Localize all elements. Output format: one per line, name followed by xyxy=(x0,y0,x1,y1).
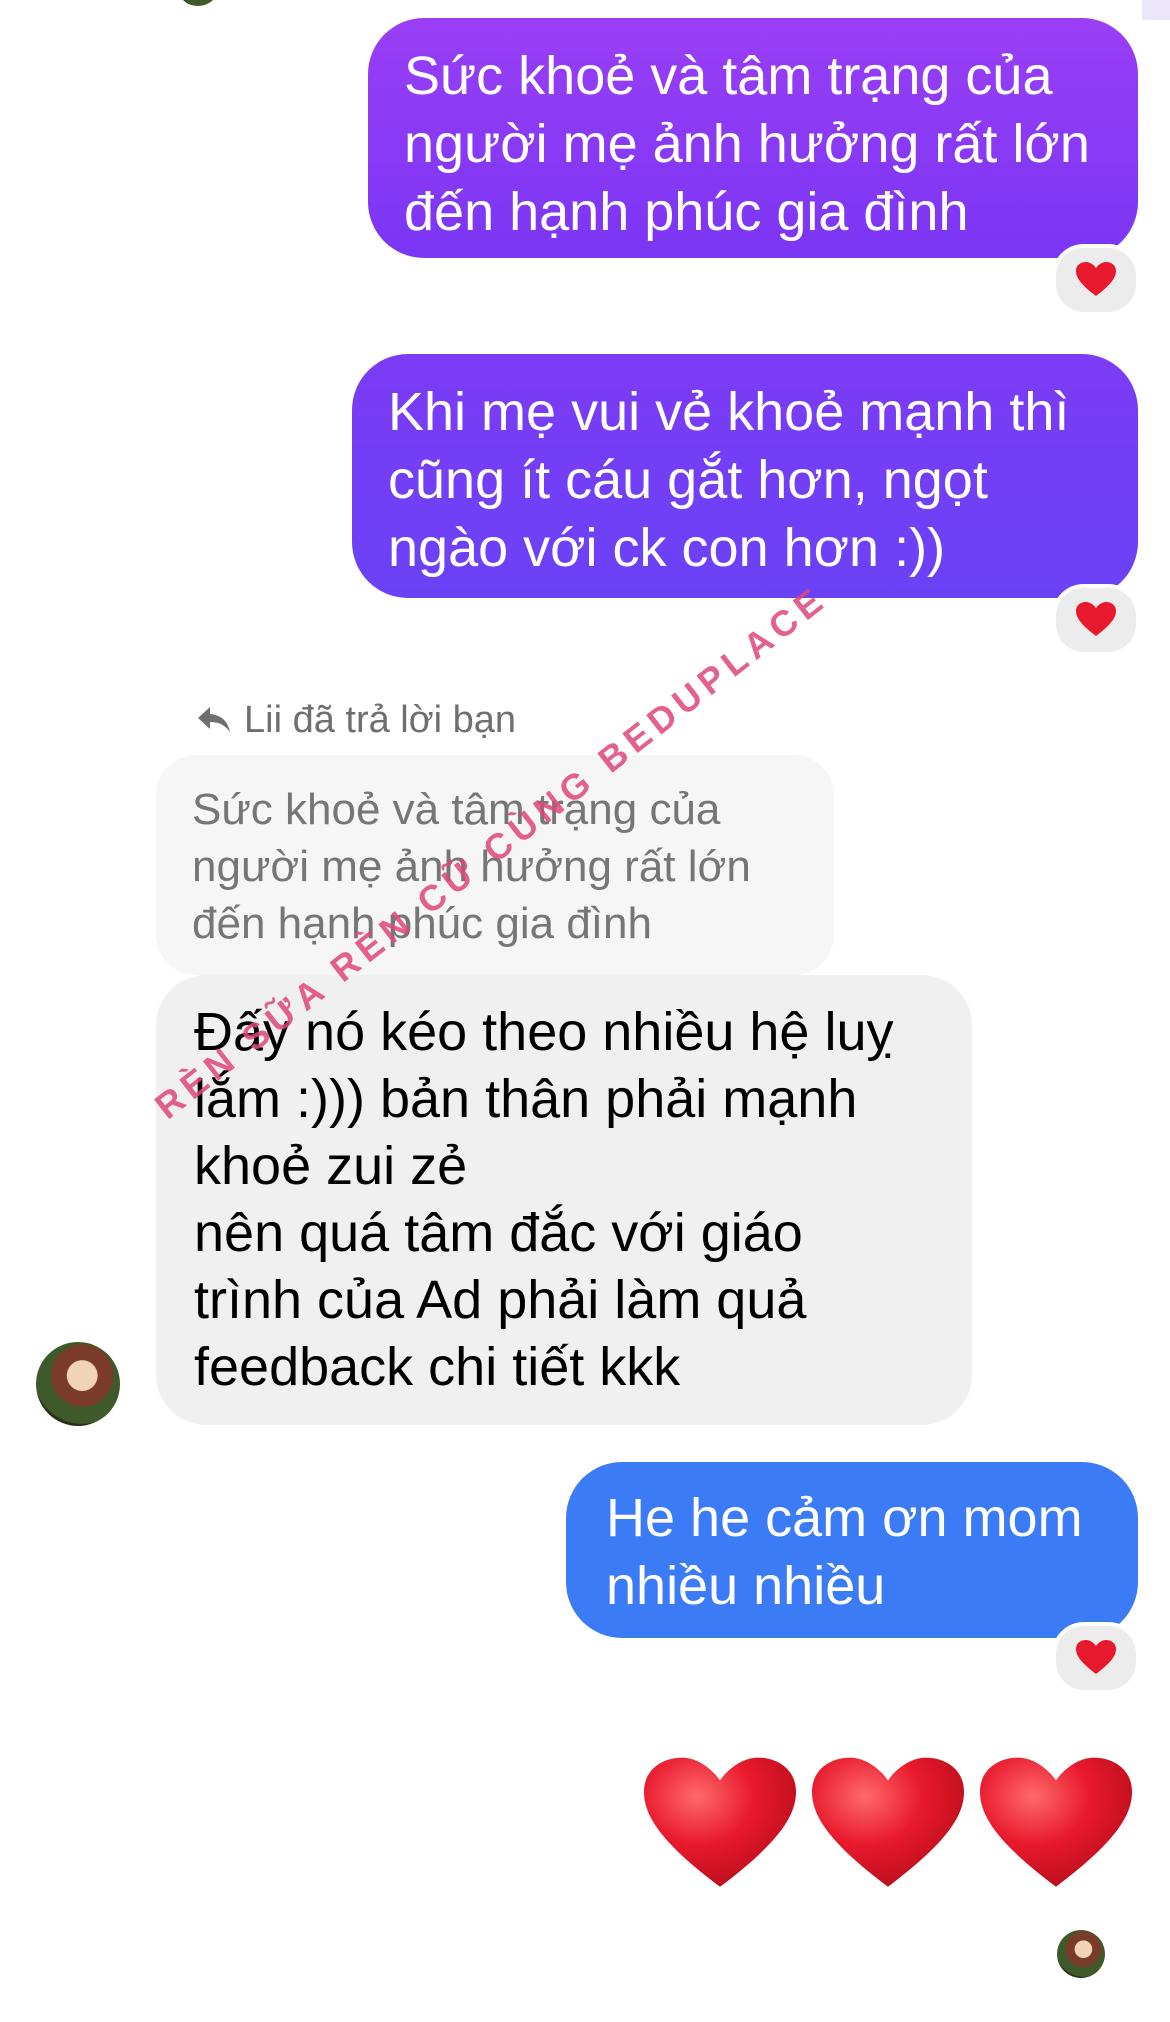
big-heart-icon xyxy=(980,1757,1132,1887)
reply-indicator: Lii đã trả lời bạn xyxy=(196,696,516,744)
reply-label: Lii đã trả lời bạn xyxy=(244,698,517,741)
heart-icon xyxy=(1076,1640,1116,1674)
top-gradient-edge xyxy=(1142,0,1170,20)
reaction-heart-2[interactable] xyxy=(1052,584,1140,656)
outgoing-message-2[interactable]: Khi mẹ vui vẻ khoẻ mạnh thì cũng ít cáu … xyxy=(352,354,1138,598)
seen-avatar xyxy=(1057,1930,1105,1978)
heart-icon xyxy=(1076,602,1116,636)
heart-icon xyxy=(1076,262,1116,296)
outgoing-message-3[interactable]: He he cảm ơn mom nhiều nhiều xyxy=(566,1462,1138,1638)
reply-arrow-icon xyxy=(198,707,230,732)
outgoing-message-1[interactable]: Sức khoẻ và tâm trạng của người mẹ ảnh h… xyxy=(368,18,1138,258)
reaction-heart-3[interactable] xyxy=(1052,1622,1140,1694)
big-hearts-message[interactable] xyxy=(644,1752,1144,1912)
reaction-heart-1[interactable] xyxy=(1052,244,1140,316)
sender-avatar[interactable] xyxy=(36,1342,120,1426)
big-heart-icon xyxy=(644,1757,796,1887)
big-heart-icon xyxy=(812,1757,964,1887)
top-avatar-partial xyxy=(178,0,218,6)
